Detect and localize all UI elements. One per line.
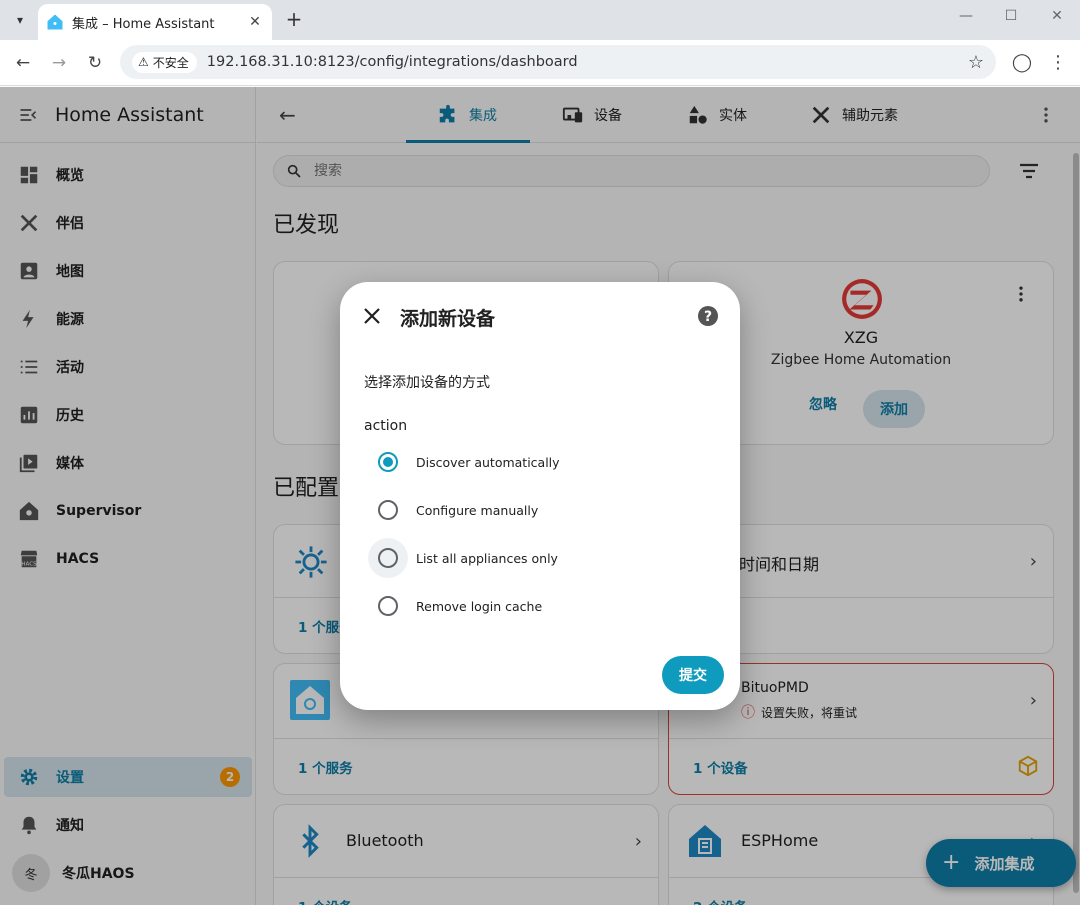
- tab-close-icon[interactable]: ✕: [246, 14, 264, 30]
- field-label: action: [364, 418, 408, 434]
- radio-button[interactable]: [368, 442, 408, 482]
- bookmark-star-icon[interactable]: ☆: [968, 52, 984, 73]
- profile-icon[interactable]: ◯: [1010, 52, 1034, 73]
- radio-label: Discover automatically: [416, 454, 560, 470]
- radio-button[interactable]: [368, 490, 408, 530]
- help-icon[interactable]: ?: [696, 304, 720, 328]
- home-assistant-favicon-icon: [47, 14, 63, 30]
- dialog-description: 选择添加设备的方式: [364, 375, 490, 391]
- back-arrow-icon[interactable]: ←: [10, 50, 36, 76]
- maximize-icon[interactable]: ☐: [999, 8, 1023, 24]
- browser-toolbar: ← → ↻ ⚠ 不安全 192.168.31.10:8123/config/in…: [0, 40, 1080, 86]
- forward-arrow-icon[interactable]: →: [46, 50, 72, 76]
- submit-button[interactable]: 提交: [662, 656, 724, 694]
- tab-title: 集成 – Home Assistant: [72, 16, 215, 32]
- browser-menu-icon[interactable]: ⋮: [1046, 52, 1070, 73]
- add-device-dialog: 添加新设备 ? 选择添加设备的方式 action Discover automa…: [340, 282, 740, 710]
- radio-option-discover[interactable]: Discover automatically: [368, 442, 728, 482]
- window-close-icon[interactable]: ✕: [1045, 8, 1069, 24]
- radio-option-remove-cache[interactable]: Remove login cache: [368, 586, 728, 626]
- reload-icon[interactable]: ↻: [82, 50, 108, 76]
- radio-button[interactable]: [368, 586, 408, 626]
- svg-text:?: ?: [704, 309, 712, 325]
- radio-unchecked-icon: [378, 596, 398, 616]
- radio-button[interactable]: [368, 538, 408, 578]
- radio-label: List all appliances only: [416, 550, 558, 566]
- url-text[interactable]: 192.168.31.10:8123/config/integrations/d…: [207, 54, 968, 70]
- dialog-title: 添加新设备: [400, 308, 496, 330]
- radio-label: Configure manually: [416, 502, 539, 518]
- radio-option-configure[interactable]: Configure manually: [368, 490, 728, 530]
- close-icon[interactable]: [360, 304, 384, 328]
- tab-search-dropdown-icon[interactable]: ▾: [8, 8, 32, 32]
- radio-label: Remove login cache: [416, 598, 543, 614]
- security-chip[interactable]: ⚠ 不安全: [132, 51, 197, 73]
- insecure-label: 不安全: [152, 55, 189, 70]
- radio-unchecked-icon: [378, 500, 398, 520]
- radio-checked-icon: [378, 452, 398, 472]
- radio-unchecked-icon: [378, 548, 398, 568]
- minimize-icon[interactable]: —: [954, 8, 978, 24]
- new-tab-icon[interactable]: +: [282, 8, 306, 32]
- warning-triangle-icon: ⚠: [138, 55, 149, 69]
- radio-option-list[interactable]: List all appliances only: [368, 538, 728, 578]
- address-bar[interactable]: ⚠ 不安全 192.168.31.10:8123/config/integrat…: [120, 45, 996, 79]
- browser-tab[interactable]: 集成 – Home Assistant ✕: [38, 4, 272, 40]
- browser-tab-bar: ▾ 集成 – Home Assistant ✕ + — ☐ ✕: [0, 0, 1080, 40]
